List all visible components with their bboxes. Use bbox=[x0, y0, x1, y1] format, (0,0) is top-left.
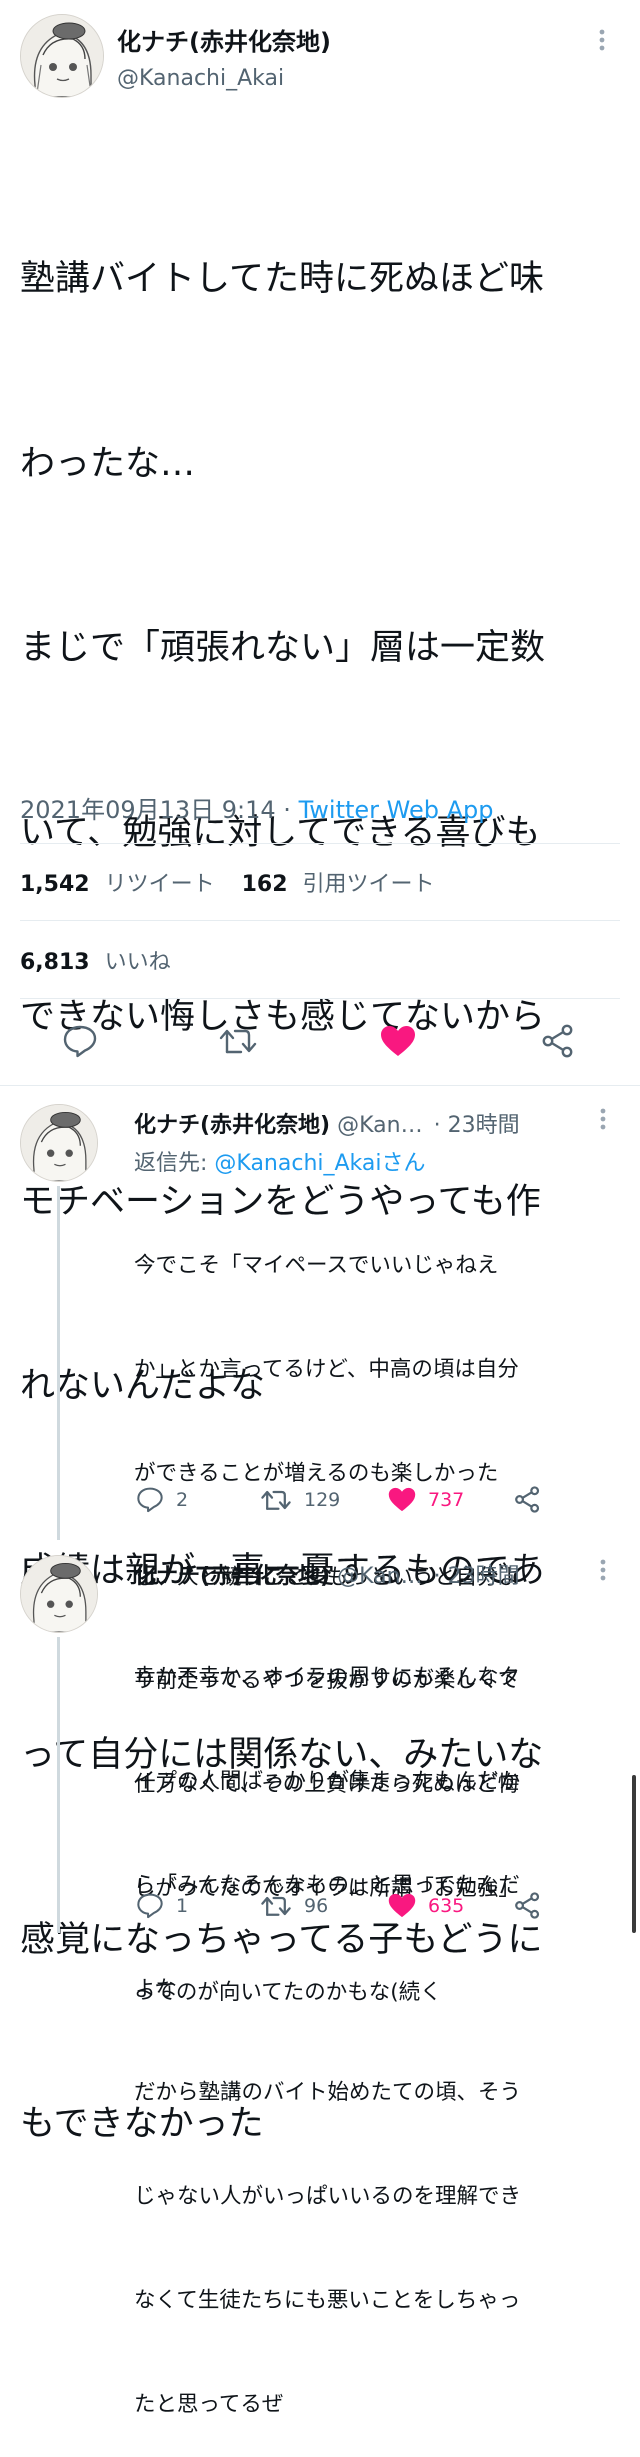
retweet-count: 129 bbox=[304, 1489, 341, 1511]
scrollbar[interactable] bbox=[632, 1775, 636, 1933]
divider bbox=[20, 920, 620, 921]
reply-header: 化ナチ(赤井化奈地) @Kan… · 23時間 bbox=[134, 1107, 520, 1139]
like-button[interactable] bbox=[380, 1025, 416, 1057]
like-icon bbox=[381, 1026, 415, 1056]
reply-to-label: 返信先: bbox=[134, 1151, 215, 1176]
reply-line: か」とか言ってるけど、中高の頃は自分 bbox=[134, 1356, 519, 1382]
reply-line: たと思ってるぜ bbox=[134, 2391, 284, 2417]
author-handle[interactable]: @Kanachi_Akai bbox=[117, 66, 284, 91]
tweet-timestamp[interactable]: 2021年09月13日 9:14 · bbox=[20, 796, 299, 824]
tweet-line: できない悔しさも感じてないから bbox=[20, 997, 546, 1037]
retweet-button[interactable] bbox=[218, 1026, 258, 1056]
avatar-image bbox=[21, 1556, 97, 1632]
retweet-count: 96 bbox=[304, 1895, 329, 1917]
tweet-line: 塾講バイトしてた時に死ぬほど味 bbox=[20, 259, 544, 299]
quote-count: 162 bbox=[241, 872, 288, 897]
reply-to: 返信先: @Kanachi_Akaiさん bbox=[134, 1145, 426, 1177]
like-icon bbox=[388, 1487, 416, 1512]
reply-line: よな bbox=[134, 1976, 178, 2002]
reply-line: ができることが増えるのも楽しかった bbox=[134, 1460, 499, 1486]
quote-label: 引用ツイート bbox=[302, 872, 435, 897]
like-stats[interactable]: 6,813 いいね bbox=[20, 944, 171, 976]
retweet-button[interactable]: 129 bbox=[260, 1488, 340, 1512]
retweet-icon bbox=[261, 1490, 291, 1510]
reply-line: イプの人間ばっかりが集まったもんだか bbox=[134, 1768, 521, 1794]
reply-button[interactable]: 2 bbox=[136, 1486, 188, 1513]
tweet-line: わったな… bbox=[20, 443, 196, 484]
reply-line: じゃない人がいっぱいいるのを理解でき bbox=[134, 2184, 522, 2210]
reply-text: 幸か不幸か、オイラの周りにもそんなタ イプの人間ばっかりが集まったもんだか ら「… bbox=[134, 1592, 624, 2457]
reply-line: 今でこそ「マイペースでいいじゃねえ bbox=[134, 1253, 499, 1279]
reply-count: 2 bbox=[176, 1488, 189, 1511]
like-button[interactable]: 635 bbox=[388, 1893, 464, 1918]
like-count: 737 bbox=[428, 1488, 465, 1511]
divider bbox=[20, 998, 620, 999]
more-icon[interactable] bbox=[598, 28, 606, 57]
retweet-stats[interactable]: 1,542 リツイート 162 引用ツイート bbox=[20, 866, 435, 898]
reply-header: 化ナチ(赤井化奈地) @Kan… · 23時間 bbox=[134, 1558, 520, 1590]
share-icon bbox=[515, 1892, 540, 1919]
retweet-label: リツイート bbox=[104, 872, 215, 897]
avatar[interactable] bbox=[20, 1555, 98, 1633]
reply-icon bbox=[137, 1487, 163, 1513]
retweet-button[interactable]: 96 bbox=[260, 1894, 328, 1918]
thread-line bbox=[57, 1637, 60, 1933]
like-icon bbox=[388, 1893, 416, 1918]
share-icon bbox=[515, 1486, 540, 1513]
like-count: 635 bbox=[428, 1894, 465, 1917]
reply-author-name[interactable]: 化ナチ(赤井化奈地) bbox=[134, 1564, 330, 1589]
share-button[interactable] bbox=[541, 1024, 575, 1058]
reply-author-handle[interactable]: @Kan… bbox=[337, 1564, 422, 1589]
more-icon[interactable] bbox=[599, 1107, 607, 1135]
avatar[interactable] bbox=[20, 14, 104, 98]
reply-icon bbox=[137, 1893, 163, 1919]
like-count: 6,813 bbox=[20, 950, 90, 975]
avatar-image bbox=[21, 15, 103, 97]
reply-line: だから塾講のバイト始めたての頃、そう bbox=[134, 2080, 522, 2106]
avatar[interactable] bbox=[20, 1104, 98, 1182]
reply-author-name[interactable]: 化ナチ(赤井化奈地) bbox=[134, 1113, 330, 1138]
retweet-count: 1,542 bbox=[20, 872, 90, 897]
reply-time[interactable]: · 23時間 bbox=[434, 1564, 520, 1589]
reply-line: ら「みんなそんなもの」と思ってたんだ bbox=[134, 1872, 520, 1898]
retweet-icon bbox=[219, 1029, 257, 1054]
share-button[interactable] bbox=[514, 1486, 541, 1513]
tweet-meta: 2021年09月13日 9:14 · Twitter Web App bbox=[20, 790, 493, 825]
retweet-icon bbox=[261, 1896, 291, 1916]
tweet-source-link[interactable]: Twitter Web App bbox=[299, 796, 494, 824]
reply-time[interactable]: · 23時間 bbox=[434, 1113, 520, 1138]
like-label: いいね bbox=[104, 950, 171, 975]
reply-line: 幸か不幸か、オイラの周りにもそんなタ bbox=[134, 1665, 521, 1691]
divider bbox=[20, 843, 620, 844]
reply-button[interactable] bbox=[62, 1024, 98, 1058]
reply-icon bbox=[63, 1025, 97, 1058]
share-button[interactable] bbox=[514, 1892, 541, 1919]
thread-line bbox=[57, 1186, 60, 1540]
share-icon bbox=[542, 1024, 573, 1058]
author-name[interactable]: 化ナチ(赤井化奈地) bbox=[117, 22, 331, 57]
tweet-line: まじで「頑張れない」層は一定数 bbox=[20, 628, 546, 668]
more-icon[interactable] bbox=[599, 1558, 607, 1586]
reply-author-handle[interactable]: @Kan… bbox=[337, 1113, 422, 1138]
section-divider bbox=[0, 1085, 640, 1086]
reply-line: なくて生徒たちにも悪いことをしちゃっ bbox=[134, 2287, 521, 2313]
reply-to-link[interactable]: @Kanachi_Akaiさん bbox=[214, 1151, 425, 1176]
reply-count: 1 bbox=[176, 1894, 189, 1917]
reply-button[interactable]: 1 bbox=[136, 1892, 188, 1919]
like-button[interactable]: 737 bbox=[388, 1487, 464, 1512]
avatar-image bbox=[21, 1105, 97, 1181]
